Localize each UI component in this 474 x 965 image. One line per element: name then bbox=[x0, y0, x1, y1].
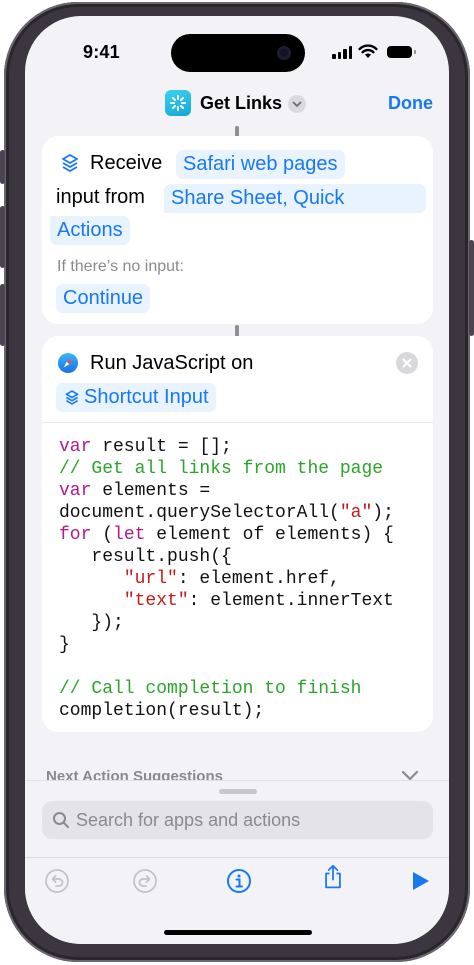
code-line: var elements = bbox=[59, 481, 211, 501]
shortcuts-app-icon bbox=[165, 90, 191, 116]
title-menu-chevron-icon[interactable] bbox=[288, 95, 306, 113]
code-line: document.querySelectorAll("a"); bbox=[59, 503, 394, 523]
done-button[interactable]: Done bbox=[388, 93, 433, 114]
volume-down-button bbox=[0, 284, 5, 346]
input-from-label: input from bbox=[56, 186, 145, 208]
code-line: }); bbox=[59, 613, 124, 633]
sheet-grabber[interactable] bbox=[219, 789, 257, 794]
redo-icon[interactable] bbox=[132, 868, 158, 894]
no-input-label: If there’s no input: bbox=[57, 258, 184, 275]
shortcut-input-icon bbox=[62, 154, 78, 172]
input-source-token-continued[interactable]: Actions bbox=[50, 216, 130, 245]
code-line: completion(result); bbox=[59, 701, 265, 721]
editor-toolbar bbox=[25, 857, 449, 897]
no-input-action-token[interactable]: Continue bbox=[56, 284, 151, 313]
card-divider bbox=[42, 422, 433, 423]
code-line: } bbox=[59, 635, 70, 655]
screen: 9:41 Get Links Done Receive Safari web p… bbox=[25, 16, 449, 944]
code-line: "text": element.innerText bbox=[123, 591, 394, 611]
safari-compass-icon bbox=[58, 353, 78, 373]
home-indicator bbox=[164, 930, 312, 935]
code-line: result.push({ bbox=[59, 547, 232, 567]
input-type-token[interactable]: Safari web pages bbox=[176, 150, 345, 179]
shortcut-input-icon bbox=[65, 390, 79, 405]
play-icon[interactable] bbox=[407, 868, 433, 894]
run-javascript-card: Run JavaScript on Shortcut Input var res… bbox=[42, 336, 433, 732]
side-button bbox=[469, 240, 474, 336]
close-icon[interactable] bbox=[396, 352, 418, 374]
wifi-icon bbox=[358, 44, 378, 58]
run-javascript-title: Run JavaScript on bbox=[90, 352, 254, 374]
shortcut-title[interactable]: Get Links bbox=[200, 93, 282, 114]
code-line: ​ bbox=[59, 656, 394, 678]
code-line: // Call completion to finish bbox=[59, 679, 362, 699]
code-line: // Get all links from the page bbox=[59, 459, 384, 479]
code-line: "url": element.href, bbox=[123, 569, 340, 589]
search-input[interactable]: Search for apps and actions bbox=[42, 801, 433, 839]
input-source-token[interactable]: Share Sheet, Quick bbox=[164, 184, 426, 213]
code-line: for (let element of elements) { bbox=[59, 525, 394, 545]
search-placeholder: Search for apps and actions bbox=[76, 810, 301, 830]
receive-label: Receive bbox=[90, 152, 163, 174]
search-icon bbox=[53, 812, 69, 828]
shortcut-input-label: Shortcut Input bbox=[84, 386, 209, 408]
share-icon[interactable] bbox=[320, 864, 346, 890]
info-icon[interactable] bbox=[226, 868, 252, 894]
shortcut-input-token[interactable]: Shortcut Input bbox=[56, 383, 216, 412]
undo-icon[interactable] bbox=[44, 868, 70, 894]
volume-up-button bbox=[0, 206, 5, 268]
action-search-sheet: Search for apps and actions bbox=[25, 780, 449, 944]
status-bar: 9:41 bbox=[25, 42, 449, 64]
nav-bar: Get Links Done bbox=[25, 90, 449, 118]
code-line: var result = []; bbox=[59, 437, 232, 457]
battery-icon bbox=[387, 46, 416, 58]
cellular-signal-icon bbox=[332, 46, 352, 59]
status-time: 9:41 bbox=[83, 42, 120, 62]
javascript-code-editor[interactable]: var result = [];// Get all links from th… bbox=[59, 436, 394, 722]
receive-input-card: Receive Safari web pages input from Shar… bbox=[42, 136, 433, 324]
action-button bbox=[0, 150, 5, 184]
